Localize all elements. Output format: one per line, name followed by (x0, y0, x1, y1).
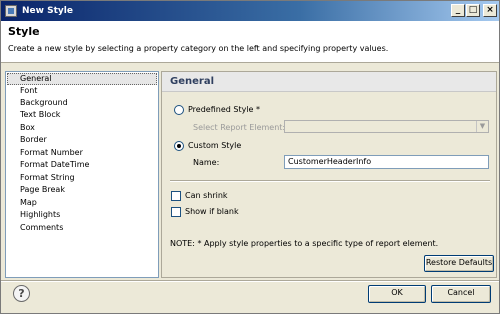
category-item-text-block[interactable]: Text Block (7, 109, 157, 121)
can-shrink-checkbox[interactable] (171, 191, 181, 201)
new-style-dialog: New Style _ □ × Style Create a new style… (0, 0, 500, 314)
divider (170, 180, 490, 182)
title-bar[interactable]: New Style _ □ × (1, 1, 499, 21)
category-item-box[interactable]: Box (7, 122, 157, 134)
style-window-icon (5, 5, 17, 17)
category-item-format-datetime[interactable]: Format DateTime (7, 159, 157, 171)
predefined-style-radio[interactable] (174, 105, 184, 115)
custom-style-label[interactable]: Custom Style (188, 140, 241, 151)
restore-defaults-button[interactable]: Restore Defaults (424, 255, 494, 272)
window-title: New Style (22, 6, 73, 16)
panel-header: General (162, 72, 496, 92)
close-button[interactable]: × (483, 4, 497, 17)
page-description: Create a new style by selecting a proper… (8, 44, 389, 53)
footer-divider (1, 280, 499, 282)
category-item-page-break[interactable]: Page Break (7, 184, 157, 196)
show-if-blank-checkbox[interactable] (171, 207, 181, 217)
maximize-button[interactable]: □ (466, 4, 480, 17)
category-item-highlights[interactable]: Highlights (7, 209, 157, 221)
minimize-button[interactable]: _ (451, 4, 465, 17)
category-list[interactable]: General Font Background Text Block Box B… (5, 71, 159, 278)
category-item-border[interactable]: Border (7, 134, 157, 146)
category-item-font[interactable]: Font (7, 85, 157, 97)
style-name-input[interactable]: CustomerHeaderInfo (284, 155, 489, 169)
category-item-general[interactable]: General (7, 73, 157, 85)
can-shrink-label[interactable]: Can shrink (185, 190, 228, 201)
category-item-format-string[interactable]: Format String (7, 172, 157, 184)
panel-title: General (170, 76, 214, 87)
chevron-down-icon[interactable]: ▼ (476, 121, 488, 132)
custom-style-radio[interactable] (174, 141, 184, 151)
report-element-select[interactable]: ▼ (284, 120, 489, 133)
select-report-element-label: Select Report Element: (193, 123, 286, 132)
help-icon[interactable]: ? (13, 285, 30, 302)
name-label: Name: (193, 158, 220, 167)
category-item-comments[interactable]: Comments (7, 222, 157, 234)
page-title: Style (8, 25, 40, 38)
predefined-style-label[interactable]: Predefined Style * (188, 104, 260, 115)
cancel-button[interactable]: Cancel (431, 285, 491, 303)
general-properties-panel: General Predefined Style * Select Report… (161, 71, 497, 278)
show-if-blank-label[interactable]: Show if blank (185, 206, 239, 217)
category-item-map[interactable]: Map (7, 197, 157, 209)
dialog-header: Style Create a new style by selecting a … (1, 21, 499, 63)
ok-button[interactable]: OK (368, 285, 426, 303)
style-note: NOTE: * Apply style properties to a spec… (170, 239, 439, 248)
category-item-background[interactable]: Background (7, 97, 157, 109)
category-item-format-number[interactable]: Format Number (7, 147, 157, 159)
